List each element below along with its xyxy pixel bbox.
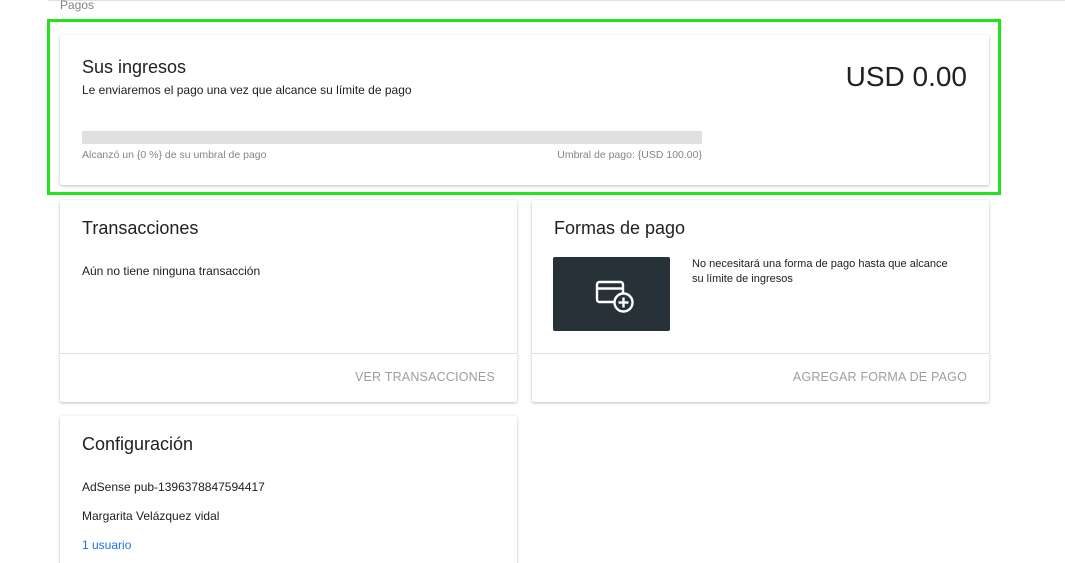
transactions-card: Transacciones Aún no tiene ninguna trans… — [60, 200, 517, 402]
payment-methods-info: No necesitará una forma de pago hasta qu… — [692, 258, 948, 285]
publisher-id: AdSense pub-1396378847594417 — [82, 480, 265, 494]
highlight-box — [47, 19, 1001, 195]
add-payment-tile[interactable] — [553, 257, 670, 331]
transactions-empty-text: Aún no tiene ninguna transacción — [82, 264, 261, 278]
payment-methods-card: Formas de pago No necesitará una forma d… — [532, 200, 989, 402]
payments-page: Pagos Sus ingresos Le enviaremos el pago… — [0, 0, 1065, 563]
transactions-title: Transacciones — [82, 218, 199, 238]
account-owner: Margarita Velázquez vidal — [82, 509, 220, 523]
section-label: Pagos — [60, 0, 95, 12]
top-divider — [48, 0, 1065, 1]
configuration-title: Configuración — [82, 434, 194, 454]
add-payment-method-button[interactable]: AGREGAR FORMA DE PAGO — [793, 370, 967, 384]
view-transactions-button[interactable]: VER TRANSACCIONES — [355, 370, 495, 384]
configuration-card: Configuración AdSense pub-13963788475944… — [60, 416, 517, 563]
card-divider — [532, 353, 989, 354]
payment-methods-title: Formas de pago — [554, 218, 686, 238]
card-divider — [60, 353, 517, 354]
users-link[interactable]: 1 usuario — [82, 538, 131, 552]
add-card-icon — [595, 280, 634, 313]
